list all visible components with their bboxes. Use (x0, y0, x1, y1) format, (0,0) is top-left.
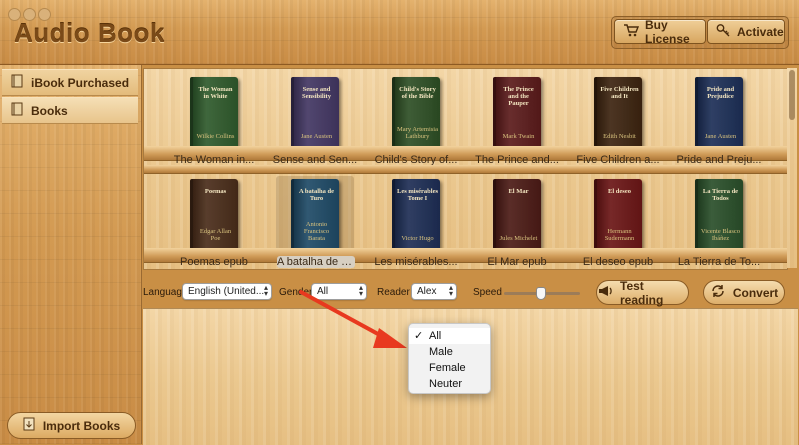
book-cover[interactable]: Five Children and It Edith Nesbit (594, 77, 642, 149)
reader-value: Alex (417, 286, 437, 297)
book-cover[interactable]: The Prince and the Pauper Mark Twain (493, 77, 541, 149)
shelf-scrollbar[interactable] (787, 68, 797, 268)
sidebar-item-label: iBook Purchased (31, 75, 130, 90)
gender-dropdown-menu: ✓ All Male Female Neuter (408, 323, 491, 394)
convert-icon (710, 284, 726, 301)
book-cover[interactable]: Poemas Edgar Allan Poe (190, 179, 238, 251)
speed-label: Speed (473, 287, 502, 298)
test-reading-label: Test reading (620, 278, 664, 307)
language-select[interactable]: English (United... ▴ ▾ (182, 283, 272, 300)
book-cover[interactable]: Les misérables Tome I Victor Hugo (392, 179, 440, 251)
language-label: Language (143, 287, 188, 298)
updown-arrows-icon: ▴ ▾ (263, 283, 268, 298)
dropdown-option-label: Male (429, 346, 453, 358)
checkmark-icon: ✓ (414, 330, 424, 342)
book-cover[interactable]: El deseo Hermann Sudermann (594, 179, 642, 251)
app-title: Audio Book (14, 18, 165, 48)
updown-arrows-icon: ▴ ▾ (448, 283, 453, 298)
book-label-selected[interactable]: A batalha de T... (277, 256, 355, 268)
cart-icon (623, 23, 640, 40)
dropdown-option-male[interactable]: Male (409, 344, 490, 360)
reader-select[interactable]: Alex ▴ ▾ (411, 283, 457, 300)
book-label[interactable]: El Mar epub (469, 256, 565, 268)
import-books-button[interactable]: Import Books (7, 412, 136, 439)
sidebar-item-books[interactable]: Books (2, 97, 138, 124)
book-cover[interactable]: Child's Story of the Bible Mary Artemisia… (392, 77, 440, 149)
sidebar-item-ibook-purchased[interactable]: iBook Purchased (2, 69, 138, 96)
speed-slider-knob[interactable] (536, 287, 547, 300)
book-cover[interactable]: El Mar Jules Michelet (493, 179, 541, 251)
dropdown-option-female[interactable]: Female (409, 360, 490, 376)
dropdown-option-label: Female (429, 362, 466, 374)
title-bar: Audio Book Buy License Activate (0, 0, 799, 65)
book-label[interactable]: El deseo epub (570, 256, 666, 268)
red-arrow-annotation (299, 290, 407, 348)
buy-license-label: Buy License (645, 17, 690, 46)
dropdown-option-label: All (429, 330, 442, 342)
scroll-thumb[interactable] (789, 70, 795, 120)
shelf-row: Poemas Edgar Allan Poe A batalha de Turo A… (144, 165, 787, 269)
book-cover[interactable]: La Tierra de Todos Vicente Blasco Ibáñez (695, 179, 743, 251)
import-books-label: Import Books (42, 418, 121, 433)
test-reading-button[interactable]: Test reading (596, 278, 689, 307)
book-cover[interactable]: Sense and Sensibility Jane Austen (291, 77, 339, 149)
shelf-board (144, 165, 787, 174)
key-icon (716, 23, 731, 40)
activate-button[interactable]: Activate (707, 19, 785, 44)
convert-button[interactable]: Convert (703, 280, 785, 305)
dropdown-option-neuter[interactable]: Neuter (409, 376, 490, 392)
book-cover[interactable]: A batalha de Turo Antonio Francisco Barat… (291, 179, 339, 251)
language-value: English (United... (188, 286, 265, 297)
book-cover[interactable]: Pride and Prejudice Jane Austen (695, 77, 743, 149)
megaphone-icon (597, 284, 613, 301)
shelf-row: The Woman in White Wilkie Collins Sense a… (144, 69, 787, 169)
import-book-icon (23, 417, 35, 434)
dropdown-option-label: Neuter (429, 378, 463, 390)
activate-label: Activate (737, 24, 784, 39)
book-label[interactable]: Les misérables... (368, 256, 464, 268)
sidebar-item-label: Books (31, 103, 68, 118)
book-icon (11, 102, 23, 119)
controls-bar: Language English (United... ▴ ▾ Gender Al… (143, 278, 793, 307)
book-label[interactable]: Poemas epub (166, 256, 262, 268)
dropdown-option-all[interactable]: ✓ All (409, 328, 490, 344)
convert-label: Convert (732, 285, 779, 300)
book-cover[interactable]: The Woman in White Wilkie Collins (190, 77, 238, 149)
bookshelf: The Woman in White Wilkie Collins Sense a… (143, 68, 788, 270)
book-label[interactable]: La Tierra de To... (671, 256, 767, 268)
buy-license-button[interactable]: Buy License (614, 17, 706, 46)
sidebar: iBook Purchased Books Import Books (0, 65, 142, 444)
book-icon (11, 74, 23, 91)
